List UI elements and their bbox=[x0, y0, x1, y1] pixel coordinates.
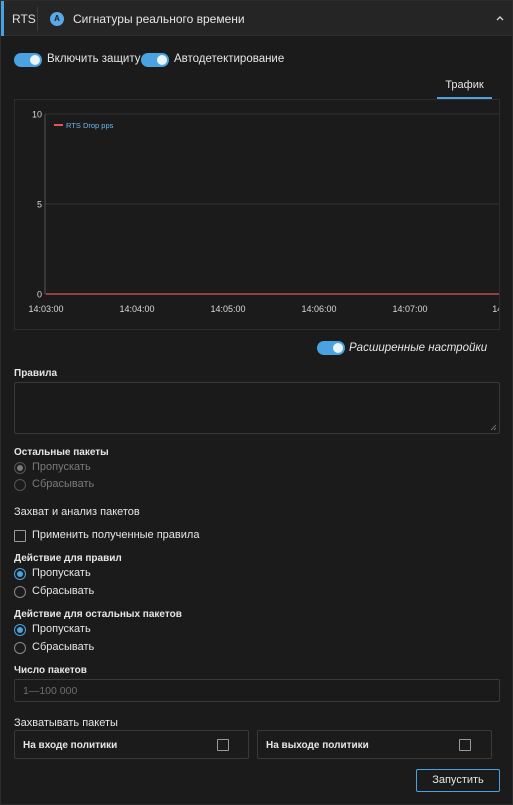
panel-title: Сигнатуры реального времени bbox=[73, 12, 245, 26]
other-action-pass-radio[interactable] bbox=[14, 624, 26, 636]
inbound-capture-label: На входе политики bbox=[23, 740, 118, 751]
rules-action-pass-label: Пропускать bbox=[32, 567, 91, 579]
y-tick-label: 5 bbox=[37, 200, 42, 210]
other-action-pass-label: Пропускать bbox=[32, 623, 91, 635]
legend-entry: RTS Drop pps bbox=[66, 121, 114, 130]
resize-grip-icon[interactable] bbox=[490, 424, 497, 431]
rules-textarea[interactable] bbox=[14, 382, 500, 434]
rules-label: Правила bbox=[14, 368, 58, 379]
capture-heading: Захват и анализ пакетов bbox=[14, 506, 140, 518]
outbound-capture-label: На выходе политики bbox=[266, 740, 369, 751]
start-button[interactable]: Запустить bbox=[416, 769, 500, 792]
other-action-drop-radio[interactable] bbox=[14, 642, 26, 654]
traffic-chart: 0 5 10 14:03:00 14:04:00 14:05:00 14:06:00 14:0… bbox=[14, 99, 500, 330]
tab-traffic-label: Трафик bbox=[445, 79, 484, 91]
apply-rules-label: Применить полученные правила bbox=[32, 529, 200, 541]
other-packets-drop-radio[interactable] bbox=[14, 479, 26, 491]
packet-count-input[interactable] bbox=[15, 680, 499, 701]
auto-detect-label: Автодетектирование bbox=[174, 53, 285, 65]
rules-action-drop-radio[interactable] bbox=[14, 586, 26, 598]
enable-protection-toggle[interactable] bbox=[14, 53, 42, 67]
apply-rules-checkbox[interactable] bbox=[14, 530, 26, 542]
advanced-settings-label: Расширенные настройки bbox=[349, 342, 488, 354]
module-code: RTS bbox=[12, 12, 36, 26]
outbound-capture-checkbox[interactable] bbox=[459, 739, 471, 751]
inbound-capture-checkbox[interactable] bbox=[217, 739, 229, 751]
other-action-drop-label: Сбрасывать bbox=[32, 641, 95, 653]
other-packets-pass-label: Пропускать bbox=[32, 461, 91, 473]
other-action-label: Действие для остальных пакетов bbox=[14, 609, 182, 620]
tab-traffic[interactable]: Трафик bbox=[437, 79, 492, 99]
capture-packets-heading: Захватывать пакеты bbox=[14, 717, 118, 729]
packet-count-field[interactable] bbox=[14, 679, 500, 702]
other-packets-label: Остальные пакеты bbox=[14, 447, 109, 458]
rules-action-drop-label: Сбрасывать bbox=[32, 585, 95, 597]
outbound-capture-box[interactable]: На выходе политики bbox=[257, 730, 492, 759]
advanced-settings-toggle[interactable] bbox=[317, 341, 345, 355]
y-tick-label: 0 bbox=[37, 290, 42, 300]
traffic-chart-svg: 0 5 10 14:03:00 14:04:00 14:05:00 14:06:00 14:0… bbox=[28, 110, 500, 314]
badge-icon: A bbox=[50, 12, 64, 26]
rules-action-label: Действие для правил bbox=[14, 553, 122, 564]
other-packets-drop-label: Сбрасывать bbox=[32, 478, 95, 490]
x-tick-label: 14:05:00 bbox=[210, 304, 245, 314]
header-divider bbox=[37, 7, 38, 31]
panel-header[interactable]: RTS A Сигнатуры реального времени bbox=[1, 1, 512, 36]
chevron-up-icon[interactable] bbox=[495, 13, 505, 23]
other-packets-pass-radio[interactable] bbox=[14, 462, 26, 474]
inbound-capture-box[interactable]: На входе политики bbox=[14, 730, 249, 759]
auto-detect-toggle[interactable] bbox=[141, 53, 169, 67]
x-tick-label: 14:07:00 bbox=[392, 304, 427, 314]
rules-action-pass-radio[interactable] bbox=[14, 568, 26, 580]
header-accent-bar bbox=[1, 1, 4, 36]
enable-protection-label: Включить защиту bbox=[47, 53, 141, 65]
x-tick-label: 14:0 bbox=[492, 304, 500, 314]
x-tick-label: 14:03:00 bbox=[28, 304, 63, 314]
x-tick-label: 14:06:00 bbox=[301, 304, 336, 314]
y-tick-label: 10 bbox=[32, 110, 42, 120]
rts-panel: RTS A Сигнатуры реального времени Включи… bbox=[0, 0, 513, 805]
packet-count-label: Число пакетов bbox=[14, 665, 87, 676]
x-tick-label: 14:04:00 bbox=[119, 304, 154, 314]
